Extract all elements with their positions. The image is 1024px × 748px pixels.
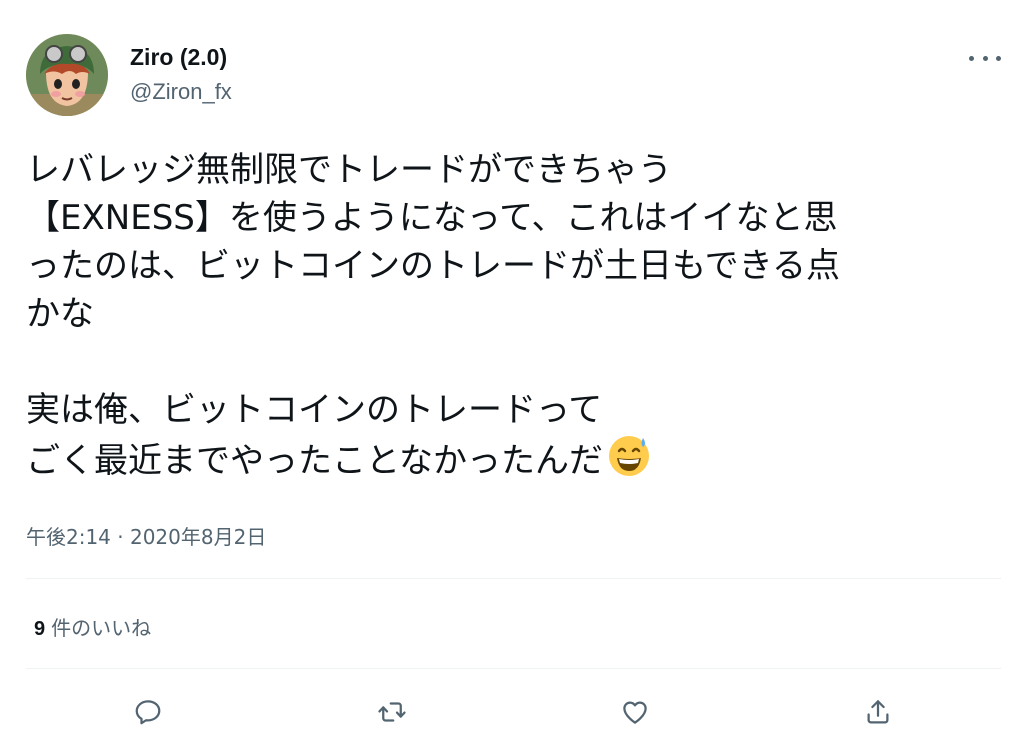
likes-number: 9 <box>34 618 46 640</box>
dot <box>982 55 988 61</box>
dot <box>969 55 974 61</box>
tweet-body: レバレッジ無制限でトレードができちゃう 【EXNESS】を使うようになって、これ… <box>26 150 840 481</box>
share-icon <box>867 700 889 724</box>
divider <box>26 578 1001 579</box>
reply-icon <box>135 700 161 725</box>
dot <box>996 55 1001 61</box>
author-handle[interactable]: @Ziron_fx <box>130 79 232 105</box>
tweet-text: レバレッジ無制限でトレードができちゃう 【EXNESS】を使うようになって、これ… <box>26 146 1001 485</box>
tweet-header: Ziro (2.0) @Ziron_fx <box>26 34 1001 118</box>
tweet-timestamp[interactable]: 午後2:14 · 2020年8月2日 <box>26 521 266 550</box>
heart-icon <box>623 701 647 724</box>
author-name[interactable]: Ziro (2.0) <box>130 44 227 71</box>
avatar[interactable] <box>26 34 108 116</box>
likes-count[interactable]: 9 件のいいね <box>34 612 151 641</box>
divider <box>26 668 1001 669</box>
share-button[interactable] <box>856 690 900 734</box>
likes-label: 件のいいね <box>51 616 152 640</box>
tweet-actions <box>26 690 1001 734</box>
like-button[interactable] <box>613 690 657 734</box>
grinning-face-with-sweat-emoji-icon <box>608 436 649 476</box>
retweet-icon <box>378 702 406 722</box>
reply-button[interactable] <box>126 690 170 734</box>
more-options-icon[interactable] <box>969 48 1001 68</box>
anime-character-avatar-icon <box>26 34 108 116</box>
retweet-button[interactable] <box>370 690 414 734</box>
